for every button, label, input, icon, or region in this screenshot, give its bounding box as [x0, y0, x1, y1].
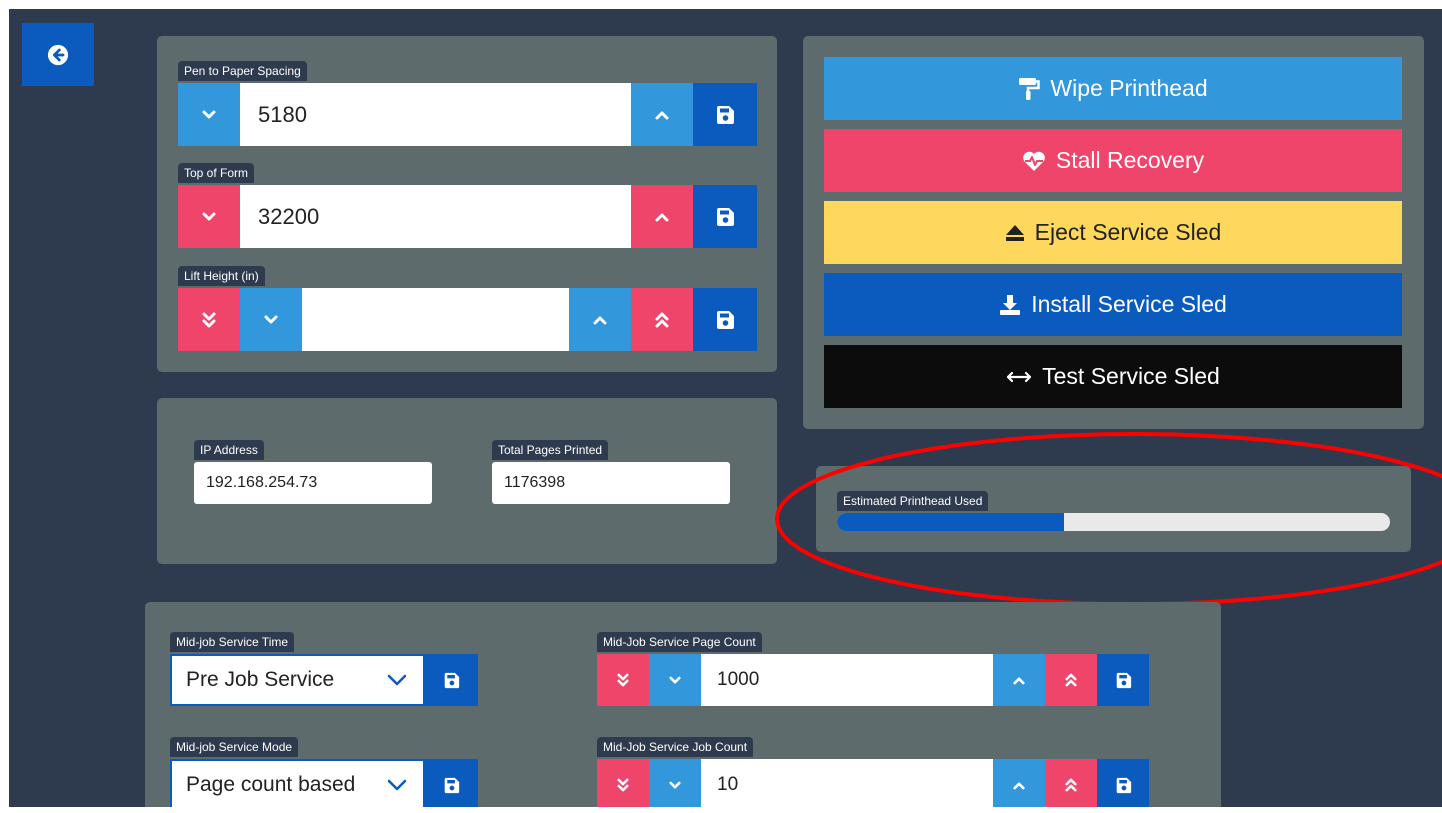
chevron-up-icon	[593, 316, 607, 324]
heartbeat-icon	[1022, 150, 1046, 172]
mid-job-service-panel: Mid-job Service Time Pre Job Service Mid…	[145, 602, 1221, 807]
service-mode-value: Page count based	[186, 773, 356, 796]
action-label: Stall Recovery	[1055, 147, 1205, 173]
lift-height-increase-fast-button[interactable]	[631, 288, 693, 351]
job-count-decrease-fast-button[interactable]	[597, 759, 649, 807]
save-icon	[717, 105, 734, 124]
total-pages-label: Total Pages Printed	[492, 440, 609, 460]
page-count-decrease-button[interactable]	[649, 654, 701, 706]
pen-to-paper-increase-button[interactable]	[631, 83, 693, 146]
double-chevron-up-icon	[1065, 673, 1077, 687]
top-of-form-decrease-button[interactable]	[178, 185, 240, 248]
save-icon	[1116, 777, 1131, 793]
action-label: Wipe Printhead	[1050, 75, 1208, 101]
top-of-form-label: Top of Form	[178, 163, 255, 183]
chevron-down-icon	[387, 674, 407, 686]
eject-icon	[1005, 224, 1025, 242]
save-icon	[717, 310, 734, 329]
chevron-up-icon	[1013, 676, 1025, 684]
paint-roller-icon	[1018, 77, 1041, 101]
download-icon	[999, 294, 1021, 316]
job-count-label: Mid-Job Service Job Count	[597, 737, 754, 757]
top-of-form-save-button[interactable]	[693, 185, 757, 248]
lift-height-input[interactable]	[302, 288, 569, 351]
double-chevron-up-icon	[655, 312, 669, 327]
double-chevron-up-icon	[1065, 778, 1077, 792]
double-chevron-down-icon	[202, 312, 216, 327]
pen-to-paper-label: Pen to Paper Spacing	[178, 61, 307, 81]
chevron-down-icon	[264, 315, 278, 323]
app-background: Pen to Paper Spacing 5180 Top of Form 32…	[9, 9, 1442, 807]
pen-to-paper-input[interactable]: 5180	[240, 83, 631, 146]
lift-height-save-button[interactable]	[693, 288, 757, 351]
save-icon	[717, 207, 734, 226]
double-chevron-down-icon	[617, 778, 629, 792]
service-time-label: Mid-job Service Time	[170, 632, 295, 652]
save-icon	[444, 777, 460, 793]
double-chevron-down-icon	[617, 673, 629, 687]
chevron-down-icon	[387, 779, 407, 791]
back-button[interactable]	[22, 23, 94, 86]
install-service-sled-button[interactable]: Install Service Sled	[824, 273, 1402, 336]
service-mode-save-button[interactable]	[425, 759, 478, 807]
pen-settings-panel: Pen to Paper Spacing 5180 Top of Form 32…	[157, 36, 777, 372]
lift-height-decrease-button[interactable]	[240, 288, 302, 351]
chevron-up-icon	[655, 111, 669, 119]
job-count-input[interactable]: 10	[701, 759, 993, 807]
test-service-sled-button[interactable]: Test Service Sled	[824, 345, 1402, 408]
page-count-save-button[interactable]	[1097, 654, 1149, 706]
chevron-down-icon	[202, 212, 216, 220]
chevron-down-icon	[669, 781, 681, 788]
service-time-select[interactable]: Pre Job Service	[170, 654, 425, 706]
job-count-decrease-button[interactable]	[649, 759, 701, 807]
printer-info-panel: IP Address 192.168.254.73 Total Pages Pr…	[157, 398, 777, 564]
top-of-form-increase-button[interactable]	[631, 185, 693, 248]
arrow-circle-left-icon	[47, 44, 69, 65]
page-count-increase-button[interactable]	[993, 654, 1045, 706]
chevron-down-icon	[669, 676, 681, 683]
chevron-up-icon	[1013, 781, 1025, 789]
annotation-ellipse	[775, 432, 1442, 606]
job-count-increase-fast-button[interactable]	[1045, 759, 1097, 807]
chevron-up-icon	[655, 213, 669, 221]
action-label: Install Service Sled	[1031, 291, 1227, 317]
eject-service-sled-button[interactable]: Eject Service Sled	[824, 201, 1402, 264]
page-count-decrease-fast-button[interactable]	[597, 654, 649, 706]
pen-to-paper-save-button[interactable]	[693, 83, 757, 146]
wipe-printhead-button[interactable]: Wipe Printhead	[824, 57, 1402, 120]
lift-height-increase-button[interactable]	[569, 288, 631, 351]
page-count-label: Mid-Job Service Page Count	[597, 632, 762, 652]
service-actions-panel: Wipe Printhead Stall Recovery Eject Servic…	[803, 36, 1424, 429]
save-icon	[1116, 672, 1131, 688]
job-count-save-button[interactable]	[1097, 759, 1149, 807]
service-mode-label: Mid-job Service Mode	[170, 737, 299, 757]
page-count-input[interactable]: 1000	[701, 654, 993, 706]
pen-to-paper-decrease-button[interactable]	[178, 83, 240, 146]
action-label: Test Service Sled	[1042, 363, 1220, 389]
service-time-value: Pre Job Service	[186, 668, 335, 691]
total-pages-field: 1176398	[492, 462, 730, 504]
lift-height-label: Lift Height (in)	[178, 266, 265, 286]
service-time-save-button[interactable]	[425, 654, 478, 706]
ip-address-field: 192.168.254.73	[194, 462, 432, 504]
service-mode-select[interactable]: Page count based	[170, 759, 425, 807]
top-of-form-input[interactable]: 32200	[240, 185, 631, 248]
job-count-increase-button[interactable]	[993, 759, 1045, 807]
chevron-down-icon	[202, 110, 216, 118]
action-label: Eject Service Sled	[1034, 219, 1222, 245]
arrows-horizontal-icon	[1006, 371, 1032, 383]
ip-address-label: IP Address	[194, 440, 264, 460]
page-count-increase-fast-button[interactable]	[1045, 654, 1097, 706]
stall-recovery-button[interactable]: Stall Recovery	[824, 129, 1402, 192]
save-icon	[444, 672, 460, 688]
lift-height-decrease-fast-button[interactable]	[178, 288, 240, 351]
